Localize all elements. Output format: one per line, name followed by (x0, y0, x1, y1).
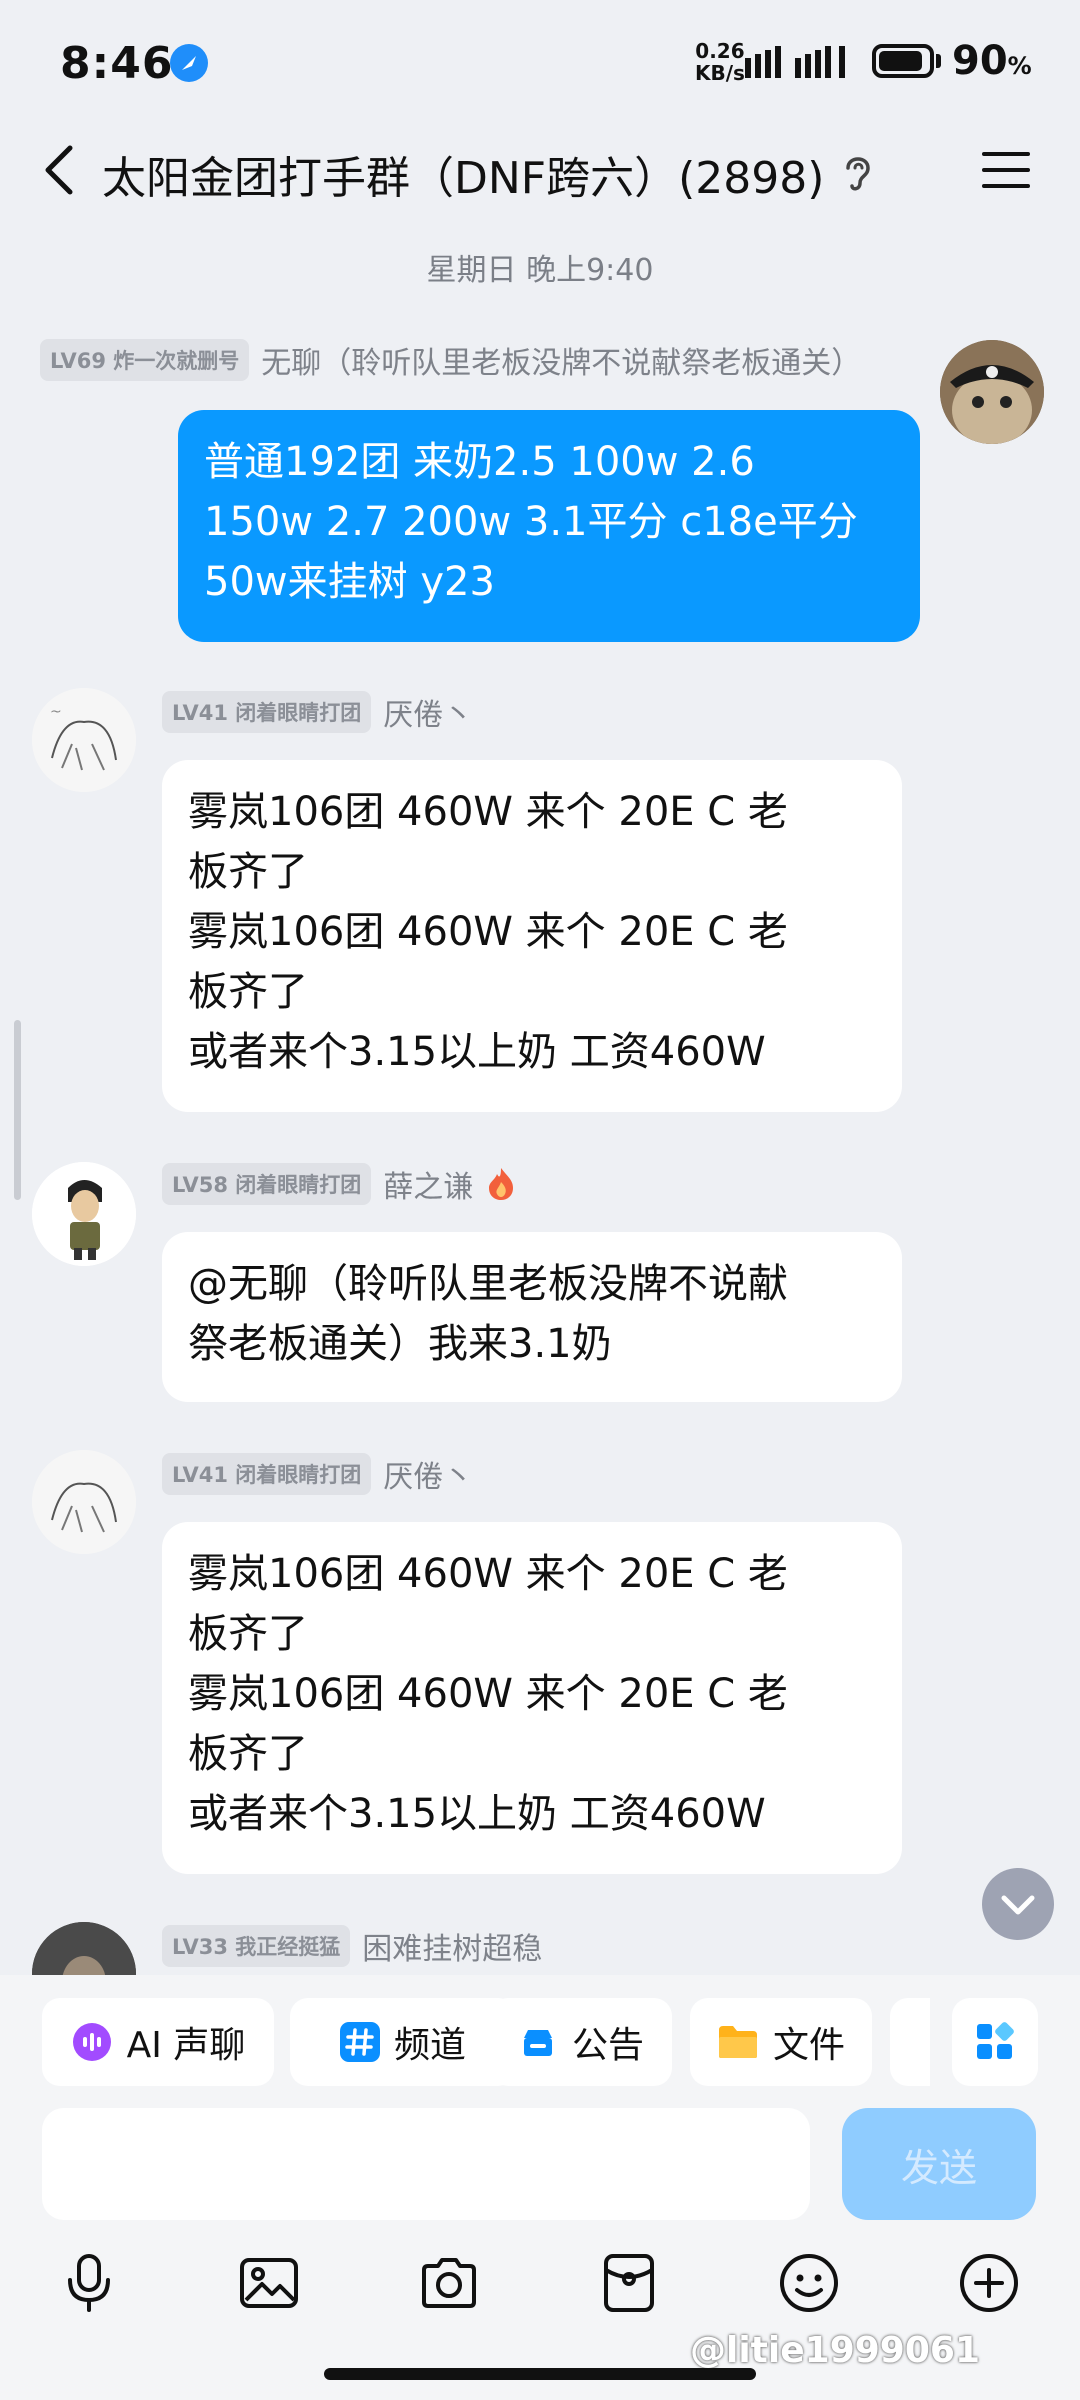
camera-icon[interactable] (418, 2252, 480, 2314)
sender-name[interactable]: 厌倦丶 (383, 690, 473, 734)
svg-text:~: ~ (50, 704, 62, 720)
avatar[interactable] (940, 340, 1044, 444)
ear-icon[interactable] (840, 150, 874, 194)
watermark: @litie1999061 (690, 2330, 980, 2371)
message-time-divider: 星期日 晚上9:40 (426, 253, 654, 288)
network-speed-value: 0.26 (695, 39, 745, 63)
ai-voice-icon (72, 2023, 111, 2061)
sender-name[interactable]: 厌倦丶 (383, 1452, 473, 1496)
microphone-icon[interactable] (58, 2252, 120, 2314)
avatar[interactable] (32, 1162, 136, 1266)
home-indicator[interactable] (324, 2368, 756, 2380)
scroll-to-bottom-button[interactable] (982, 1868, 1054, 1940)
sender-row: LV41 闭着眼睛打团 厌倦丶 (162, 1452, 473, 1496)
level-badge: LV69 炸一次就删号 (40, 339, 250, 381)
quick-action-more-partial[interactable] (890, 1998, 930, 2086)
chevron-down-icon (1001, 1895, 1035, 1915)
status-time: 8:46 (60, 38, 174, 89)
menu-icon[interactable] (980, 148, 1032, 192)
apps-grid-button[interactable] (952, 1998, 1038, 2086)
message-bubble[interactable]: 雾岚106团 460W 来个 20E C 老 板齐了 雾岚106团 460W 来… (162, 760, 902, 1112)
message-bubble[interactable]: 普通192团 来奶2.5 100w 2.6 150w 2.7 200w 3.1平… (178, 410, 920, 642)
hash-channel-icon (339, 2022, 380, 2062)
quick-action-channel[interactable]: 频道 (290, 1998, 516, 2086)
message-input[interactable] (42, 2108, 810, 2220)
message-bubble[interactable]: 雾岚106团 460W 来个 20E C 老 板齐了 雾岚106团 460W 来… (162, 1522, 902, 1874)
level-badge: LV33 我正经挺猛 (162, 1925, 351, 1967)
sender-row: LV58 闭着眼睛打团 薛之谦 (162, 1162, 517, 1206)
scroll-indicator[interactable] (14, 1020, 21, 1200)
level-badge: LV58 闭着眼睛打团 (162, 1163, 372, 1205)
status-bar: 8:46 0.26 KB/s 90% (0, 0, 1080, 125)
battery-percent: 90% (952, 38, 1032, 84)
network-speed-unit: KB/s (695, 61, 745, 85)
signal-icon (745, 46, 845, 78)
sender-row: LV41 闭着眼睛打团 厌倦丶 (162, 690, 473, 734)
quick-action-announcement[interactable]: 公告 (490, 1998, 672, 2086)
network-speed: 0.26 KB/s (695, 40, 745, 84)
back-chevron-icon[interactable] (36, 140, 86, 200)
navigation-icon (170, 44, 208, 82)
avatar[interactable] (32, 1450, 136, 1554)
avatar[interactable]: ~ (32, 688, 136, 792)
level-badge: LV41 闭着眼睛打团 (162, 691, 372, 733)
sender-row: LV69 炸一次就删号 无聊（聆听队里老板没牌不说献祭老板通关） (40, 338, 861, 382)
send-button[interactable]: 发送 (842, 2108, 1036, 2220)
battery-fill (879, 51, 922, 71)
battery-tip (936, 54, 941, 68)
battery-icon (872, 44, 934, 78)
apps-grid-icon (977, 2022, 1014, 2059)
flame-icon (489, 1168, 514, 1200)
level-badge: LV41 闭着眼睛打团 (162, 1453, 372, 1495)
quick-action-files[interactable]: 文件 (690, 1998, 872, 2086)
announcement-icon (523, 2030, 552, 2056)
plus-icon[interactable] (958, 2252, 1020, 2314)
message-bubble[interactable]: @无聊（聆听队里老板没牌不说献 祭老板通关）我来3.1奶 (162, 1232, 902, 1402)
image-icon[interactable] (238, 2252, 300, 2314)
sender-name[interactable]: 困难挂树超稳 (362, 1924, 542, 1968)
red-packet-icon[interactable] (598, 2252, 660, 2314)
sender-name[interactable]: 薛之谦 (383, 1162, 473, 1206)
emoji-icon[interactable] (778, 2252, 840, 2314)
folder-icon (718, 2026, 757, 2058)
sender-row: LV33 我正经挺猛 困难挂树超稳 (162, 1924, 542, 1968)
group-title[interactable]: 太阳金团打手群（DNF跨六）(2898) (102, 142, 824, 206)
sender-name[interactable]: 无聊（聆听队里老板没牌不说献祭老板通关） (261, 338, 861, 382)
quick-action-ai-voice[interactable]: AI 声聊 (42, 1998, 274, 2086)
